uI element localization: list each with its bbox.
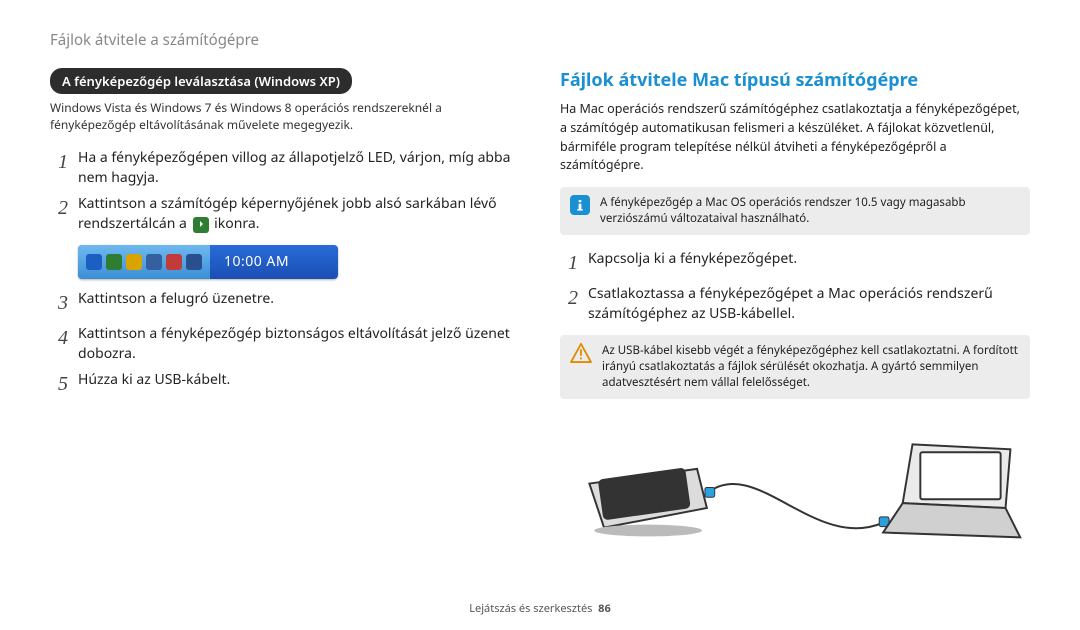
step-text: Kattintson a számítógép képernyőjének jo…: [78, 194, 520, 235]
step-item: Kattintson a felugró üzenetre.: [50, 289, 520, 318]
left-column: A fényképezőgép leválasztása (Windows XP…: [50, 68, 520, 563]
tray-arrow-icon: [86, 254, 102, 270]
step-item: Húzza ki az USB-kábelt.: [50, 370, 520, 399]
warning-icon: [570, 343, 592, 363]
tray-device-icon: [106, 254, 122, 270]
step-item: Kattintson a számítógép képernyőjének jo…: [50, 194, 520, 235]
section-heading: Fájlok átvitele Mac típusú számítógépre: [560, 68, 1030, 92]
info-icon: [570, 195, 590, 215]
connection-illustration: [560, 413, 1030, 563]
tray-network-icon: [186, 254, 202, 270]
step-text: Kattintson a fényképezőgép biztonságos e…: [78, 324, 520, 365]
footer-section: Lejátszás és szerkesztés: [469, 601, 592, 616]
footer-page-number: 86: [598, 601, 611, 616]
tray-monitor-icon: [146, 254, 162, 270]
step-item: Kattintson a fényképezőgép biztonságos e…: [50, 324, 520, 365]
warning-text: Az USB-kábel kisebb végét a fényképezőgé…: [602, 343, 1020, 391]
section-pill: A fényképezőgép leválasztása (Windows XP…: [50, 68, 352, 94]
compatibility-note: Windows Vista és Windows 7 és Windows 8 …: [50, 100, 520, 134]
step-text: Kattintson a felugró üzenetre.: [78, 289, 274, 309]
right-column: Fájlok átvitele Mac típusú számítógépre …: [560, 68, 1030, 563]
step-item: Csatlakoztassa a fényképezőgépet a Mac o…: [560, 284, 1030, 325]
steps-list-a: Ha a fényképezőgépen villog az állapotje…: [50, 148, 520, 235]
steps-list-mac: Kapcsolja ki a fényképezőgépet. Csatlako…: [560, 249, 1030, 325]
step-item: Kapcsolja ki a fényképezőgépet.: [560, 249, 1030, 278]
system-tray: [78, 245, 210, 279]
step-text: Húzza ki az USB-kábelt.: [78, 370, 230, 390]
step-text: Csatlakoztassa a fényképezőgépet a Mac o…: [588, 284, 1030, 325]
info-text: A fényképezőgép a Mac OS operációs rends…: [600, 195, 1020, 227]
steps-list-b: Kattintson a felugró üzenetre. Kattintso…: [50, 289, 520, 400]
tray-shield-icon: [126, 254, 142, 270]
breadcrumb: Fájlok átvitele a számítógépre: [50, 30, 1030, 50]
step-text: Ha a fényképezőgépen villog az állapotje…: [78, 148, 520, 189]
taskbar-clock: 10:00 AM: [210, 252, 338, 271]
intro-paragraph: Ha Mac operációs rendszerű számítógéphez…: [560, 100, 1030, 175]
tray-volume-icon: [166, 254, 182, 270]
step-item: Ha a fényképezőgépen villog az állapotje…: [50, 148, 520, 189]
step-text-suffix: ikonra.: [214, 214, 259, 233]
document-page: Fájlok átvitele a számítógépre A fénykép…: [0, 0, 1080, 630]
safely-remove-icon: [193, 217, 209, 233]
page-footer: Lejátszás és szerkesztés 86: [0, 601, 1080, 616]
info-callout: A fényképezőgép a Mac OS operációs rends…: [560, 187, 1030, 235]
two-column-layout: A fényképezőgép leválasztása (Windows XP…: [50, 68, 1030, 563]
warning-callout: Az USB-kábel kisebb végét a fényképezőgé…: [560, 335, 1030, 399]
step-text: Kapcsolja ki a fényképezőgépet.: [588, 249, 797, 269]
step-text-prefix: Kattintson a számítógép képernyőjének jo…: [78, 194, 497, 233]
taskbar-screenshot: 10:00 AM: [78, 245, 338, 279]
